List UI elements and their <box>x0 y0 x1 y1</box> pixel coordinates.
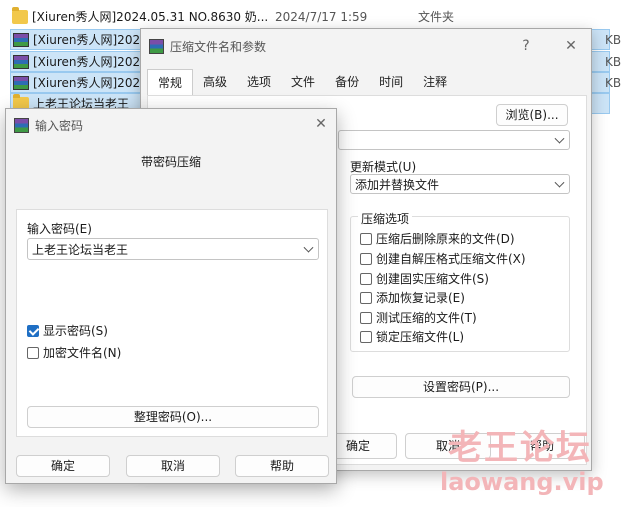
option-label: 创建自解压格式压缩文件(X) <box>376 252 526 266</box>
checkbox[interactable] <box>360 330 372 343</box>
file-size: KB <box>605 32 622 47</box>
file-name: [Xiuren秀人网]2024 <box>33 55 148 69</box>
tab-comment[interactable]: 注释 <box>413 69 457 95</box>
browse-button[interactable]: 浏览(B)... <box>496 104 568 126</box>
file-type: 文件夹 <box>418 10 455 24</box>
watermark-logo-text: 老王论坛 <box>448 428 592 468</box>
tab-time[interactable]: 时间 <box>369 69 413 95</box>
checkbox-checked[interactable] <box>27 324 39 337</box>
tab-general[interactable]: 常规 <box>147 69 194 95</box>
password-dialog-title: 输入密码 <box>35 118 84 133</box>
set-password-button[interactable]: 设置密码(P)... <box>352 376 570 398</box>
show-password-option[interactable]: 显示密码(S) <box>27 322 108 339</box>
tab-options[interactable]: 选项 <box>237 69 281 95</box>
archive-name-combo[interactable] <box>338 130 570 150</box>
file-date: 2024/7/17 1:59 <box>275 9 368 24</box>
winrar-icon <box>149 38 164 54</box>
update-mode-select[interactable]: 添加并替换文件 <box>350 174 570 194</box>
option-label: 测试压缩的文件(T) <box>376 311 477 325</box>
checkbox[interactable] <box>360 252 372 265</box>
option-label: 添加恢复记录(E) <box>376 291 465 305</box>
update-mode-label: 更新模式(U) <box>350 160 417 174</box>
option-label: 压缩后删除原来的文件(D) <box>376 232 515 246</box>
checkbox[interactable] <box>360 272 372 285</box>
file-size: KB <box>605 54 622 69</box>
file-name: [Xiuren秀人网]2024.05.31 NO.8630 奶... <box>32 10 269 24</box>
rar-icon <box>13 75 29 90</box>
help-button[interactable]: 帮助 <box>235 455 329 477</box>
option-solid[interactable]: 创建固实压缩文件(S) <box>360 270 489 287</box>
tab-backup[interactable]: 备份 <box>325 69 369 95</box>
option-label: 锁定压缩文件(L) <box>376 330 465 344</box>
watermark-url: laowang.vip <box>440 468 604 496</box>
password-dialog-titlebar[interactable]: 输入密码 <box>6 109 336 141</box>
file-name: [Xiuren秀人网]2024 <box>33 76 148 90</box>
tab-files[interactable]: 文件 <box>281 69 325 95</box>
password-value: 上老王论坛当老王 <box>32 242 129 257</box>
option-label: 创建固实压缩文件(S) <box>376 272 489 286</box>
file-row-folder[interactable]: [Xiuren秀人网]2024.05.31 NO.8630 奶... 2024/… <box>10 6 610 27</box>
encrypt-filenames-label: 加密文件名(N) <box>43 346 122 360</box>
checkbox[interactable] <box>360 291 372 304</box>
chevron-down-icon <box>554 133 565 144</box>
help-icon[interactable]: ? <box>513 35 539 57</box>
option-recovery-record[interactable]: 添加恢复记录(E) <box>360 289 465 306</box>
checkbox[interactable] <box>360 232 372 245</box>
folder-icon <box>12 6 28 24</box>
password-label: 输入密码(E) <box>27 222 92 236</box>
file-size: KB <box>605 75 622 90</box>
chevron-down-icon <box>554 177 565 188</box>
close-icon[interactable]: ✕ <box>558 35 584 57</box>
winrar-icon <box>14 117 29 133</box>
chevron-down-icon <box>303 242 314 253</box>
tab-bar: 常规 高级 选项 文件 备份 时间 注释 <box>147 69 457 95</box>
close-icon[interactable]: ✕ <box>308 113 334 135</box>
rar-icon <box>13 54 29 69</box>
rar-icon <box>13 32 29 47</box>
cancel-button[interactable]: 取消 <box>126 455 220 477</box>
password-input[interactable]: 上老王论坛当老王 <box>27 238 319 260</box>
checkbox[interactable] <box>27 346 39 359</box>
organize-passwords-button[interactable]: 整理密码(O)... <box>27 406 319 428</box>
enter-password-dialog: 输入密码 ✕ 带密码压缩 输入密码(E) 上老王论坛当老王 显示密码(S) 加密… <box>5 108 337 484</box>
encrypt-filenames-option[interactable]: 加密文件名(N) <box>27 344 121 361</box>
file-name: [Xiuren秀人网]2024 <box>33 33 148 47</box>
ok-button[interactable]: 确定 <box>16 455 110 477</box>
password-panel: 输入密码(E) 上老王论坛当老王 显示密码(S) 加密文件名(N) 整理密码(O… <box>16 209 328 437</box>
option-lock-archive[interactable]: 锁定压缩文件(L) <box>360 328 464 345</box>
option-delete-after[interactable]: 压缩后删除原来的文件(D) <box>360 230 515 247</box>
archive-dialog-title: 压缩文件名和参数 <box>170 39 267 54</box>
show-password-label: 显示密码(S) <box>43 324 108 338</box>
dialog-heading: 带密码压缩 <box>140 155 201 169</box>
update-mode-value: 添加并替换文件 <box>355 177 440 192</box>
archive-options-label: 压缩选项 <box>358 210 413 227</box>
checkbox[interactable] <box>360 311 372 324</box>
tab-advanced[interactable]: 高级 <box>193 69 237 95</box>
option-test-files[interactable]: 测试压缩的文件(T) <box>360 309 477 326</box>
option-sfx[interactable]: 创建自解压格式压缩文件(X) <box>360 250 526 267</box>
